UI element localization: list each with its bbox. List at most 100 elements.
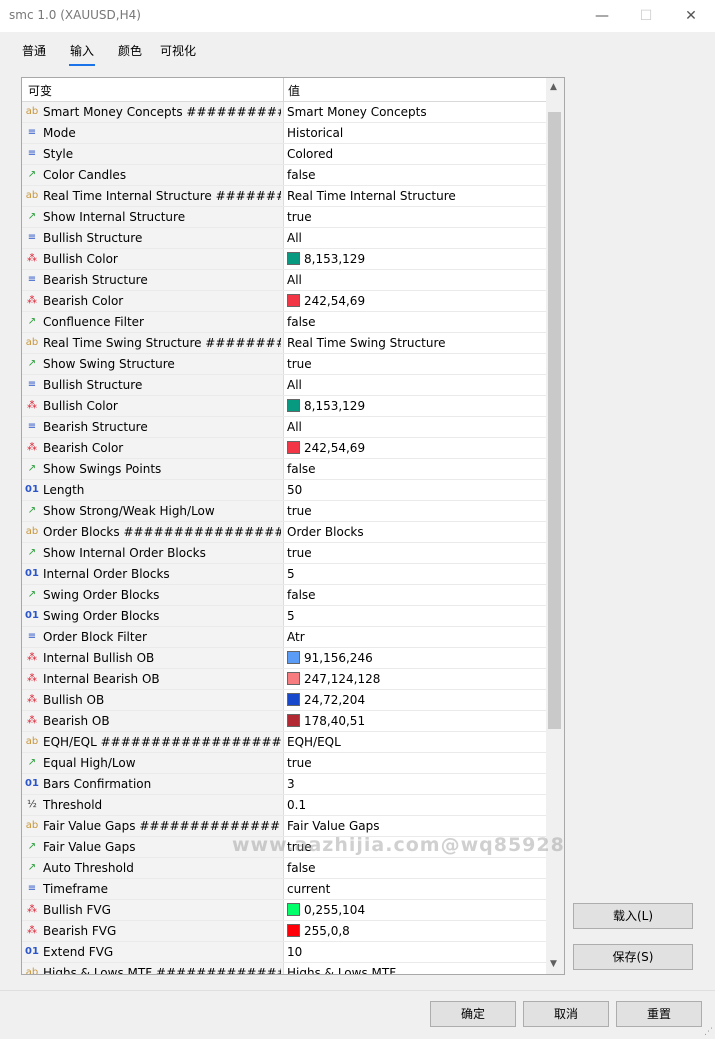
variable-cell[interactable]: ⁂ Internal Bullish OB xyxy=(22,648,284,668)
variable-cell[interactable]: 01 Swing Order Blocks xyxy=(22,606,284,626)
variable-cell[interactable]: ⁂ Bearish Color xyxy=(22,291,284,311)
table-row[interactable]: ↗ Show Internal Structure true xyxy=(22,207,546,228)
table-row[interactable]: ab Highs & Lows MTF ###############... Hig… xyxy=(22,963,546,974)
variable-cell[interactable]: ≡ Style xyxy=(22,144,284,164)
value-cell[interactable]: Historical xyxy=(287,126,343,140)
close-icon[interactable]: ✕ xyxy=(681,6,701,26)
table-row[interactable]: ↗ Equal High/Low true xyxy=(22,753,546,774)
variable-cell[interactable]: ↗ Show Swing Structure xyxy=(22,354,284,374)
table-row[interactable]: ab EQH/EQL #######################... EQH/… xyxy=(22,732,546,753)
color-swatch[interactable] xyxy=(287,252,300,265)
table-row[interactable]: ⁂ Bearish Color 242,54,69 xyxy=(22,291,546,312)
table-row[interactable]: ab Smart Money Concepts ############... Sm… xyxy=(22,102,546,123)
variable-cell[interactable]: ≡ Bullish Structure xyxy=(22,375,284,395)
variable-cell[interactable]: ≡ Mode xyxy=(22,123,284,143)
table-row[interactable]: ⁂ Bearish OB 178,40,51 xyxy=(22,711,546,732)
table-row[interactable]: 01 Internal Order Blocks 5 xyxy=(22,564,546,585)
value-cell[interactable]: Order Blocks xyxy=(287,525,364,539)
value-cell[interactable]: Atr xyxy=(287,630,305,644)
table-row[interactable]: ⁂ Bearish Color 242,54,69 xyxy=(22,438,546,459)
cancel-button[interactable]: 取消 xyxy=(523,1001,609,1027)
variable-cell[interactable]: ↗ Show Internal Order Blocks xyxy=(22,543,284,563)
table-row[interactable]: ↗ Confluence Filter false xyxy=(22,312,546,333)
value-cell[interactable]: 178,40,51 xyxy=(287,714,365,728)
value-cell[interactable]: true xyxy=(287,210,312,224)
variable-cell[interactable]: ↗ Confluence Filter xyxy=(22,312,284,332)
table-row[interactable]: ⁂ Bullish Color 8,153,129 xyxy=(22,396,546,417)
table-row[interactable]: ≡ Timeframe current xyxy=(22,879,546,900)
table-row[interactable]: ≡ Bearish Structure All xyxy=(22,417,546,438)
variable-cell[interactable]: ½ Threshold xyxy=(22,795,284,815)
value-cell[interactable]: true xyxy=(287,756,312,770)
table-row[interactable]: ⁂ Bullish FVG 0,255,104 xyxy=(22,900,546,921)
value-cell[interactable]: Real Time Swing Structure xyxy=(287,336,446,350)
color-swatch[interactable] xyxy=(287,294,300,307)
table-row[interactable]: ↗ Show Strong/Weak High/Low true xyxy=(22,501,546,522)
value-cell[interactable]: EQH/EQL xyxy=(287,735,341,749)
load-button[interactable]: 载入(L) xyxy=(573,903,693,929)
value-cell[interactable]: 91,156,246 xyxy=(287,651,373,665)
value-cell[interactable]: 0,255,104 xyxy=(287,903,365,917)
variable-cell[interactable]: ⁂ Bearish OB xyxy=(22,711,284,731)
table-row[interactable]: ≡ Order Block Filter Atr xyxy=(22,627,546,648)
column-header-variable[interactable]: 可变 xyxy=(28,82,52,99)
color-swatch[interactable] xyxy=(287,924,300,937)
value-cell[interactable]: false xyxy=(287,588,316,602)
color-swatch[interactable] xyxy=(287,672,300,685)
table-row[interactable]: ↗ Show Swings Points false xyxy=(22,459,546,480)
save-button[interactable]: 保存(S) xyxy=(573,944,693,970)
ok-button[interactable]: 确定 xyxy=(430,1001,516,1027)
value-cell[interactable]: false xyxy=(287,861,316,875)
variable-cell[interactable]: ab Smart Money Concepts ############... xyxy=(22,102,284,122)
color-swatch[interactable] xyxy=(287,903,300,916)
color-swatch[interactable] xyxy=(287,714,300,727)
table-row[interactable]: 01 Length 50 xyxy=(22,480,546,501)
color-swatch[interactable] xyxy=(287,651,300,664)
value-cell[interactable]: 24,72,204 xyxy=(287,693,365,707)
table-row[interactable]: ↗ Show Internal Order Blocks true xyxy=(22,543,546,564)
column-divider[interactable] xyxy=(283,78,284,101)
value-cell[interactable]: current xyxy=(287,882,330,896)
color-swatch[interactable] xyxy=(287,399,300,412)
variable-cell[interactable]: ⁂ Bullish OB xyxy=(22,690,284,710)
variable-cell[interactable]: ≡ Bullish Structure xyxy=(22,228,284,248)
variable-cell[interactable]: ↗ Show Strong/Weak High/Low xyxy=(22,501,284,521)
tab-colors[interactable]: 颜色 xyxy=(118,42,142,59)
variable-cell[interactable]: 01 Bars Confirmation xyxy=(22,774,284,794)
value-cell[interactable]: All xyxy=(287,273,302,287)
table-row[interactable]: 01 Swing Order Blocks 5 xyxy=(22,606,546,627)
variable-cell[interactable]: ≡ Bearish Structure xyxy=(22,270,284,290)
variable-cell[interactable]: ↗ Auto Threshold xyxy=(22,858,284,878)
tab-general[interactable]: 普通 xyxy=(22,42,46,59)
table-row[interactable]: ↗ Color Candles false xyxy=(22,165,546,186)
value-cell[interactable]: 10 xyxy=(287,945,302,959)
value-cell[interactable]: false xyxy=(287,168,316,182)
variable-cell[interactable]: ↗ Show Internal Structure xyxy=(22,207,284,227)
value-cell[interactable]: Fair Value Gaps xyxy=(287,819,380,833)
tab-inputs[interactable]: 输入 xyxy=(68,42,96,66)
value-cell[interactable]: 8,153,129 xyxy=(287,399,365,413)
variable-cell[interactable]: 01 Length xyxy=(22,480,284,500)
variable-cell[interactable]: ⁂ Bearish Color xyxy=(22,438,284,458)
color-swatch[interactable] xyxy=(287,693,300,706)
value-cell[interactable]: Colored xyxy=(287,147,333,161)
table-row[interactable]: ≡ Bullish Structure All xyxy=(22,228,546,249)
variable-cell[interactable]: 01 Internal Order Blocks xyxy=(22,564,284,584)
variable-cell[interactable]: ab EQH/EQL #######################... xyxy=(22,732,284,752)
variable-cell[interactable]: ≡ Order Block Filter xyxy=(22,627,284,647)
value-cell[interactable]: All xyxy=(287,420,302,434)
table-row[interactable]: ≡ Bearish Structure All xyxy=(22,270,546,291)
table-row[interactable]: ≡ Bullish Structure All xyxy=(22,375,546,396)
table-row[interactable]: ⁂ Bullish Color 8,153,129 xyxy=(22,249,546,270)
table-row[interactable]: ↗ Auto Threshold false xyxy=(22,858,546,879)
variable-cell[interactable]: ⁂ Bullish Color xyxy=(22,249,284,269)
value-cell[interactable]: false xyxy=(287,462,316,476)
resize-grip-icon[interactable]: ⋰ xyxy=(704,1027,713,1037)
scroll-down-icon[interactable]: ▼ xyxy=(550,959,557,969)
value-cell[interactable]: true xyxy=(287,504,312,518)
column-header-value[interactable]: 值 xyxy=(288,82,300,99)
variable-cell[interactable]: ab Fair Value Gaps #################... xyxy=(22,816,284,836)
variable-cell[interactable]: ab Real Time Swing Structure ###########.… xyxy=(22,333,284,353)
table-row[interactable]: ⁂ Internal Bullish OB 91,156,246 xyxy=(22,648,546,669)
table-row[interactable]: ⁂ Bullish OB 24,72,204 xyxy=(22,690,546,711)
